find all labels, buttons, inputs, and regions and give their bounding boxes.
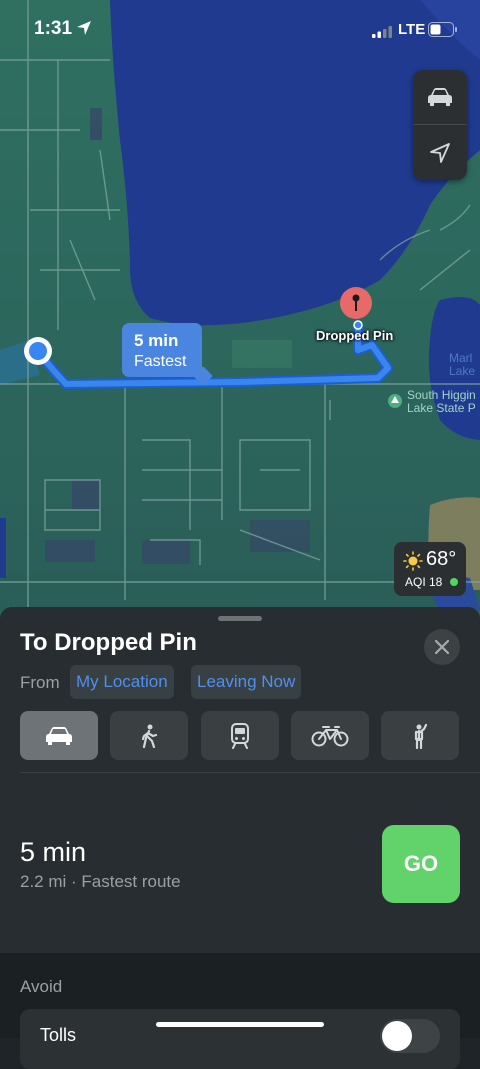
mode-drive-button[interactable] [20, 711, 98, 760]
from-location-chip[interactable]: My Location [70, 665, 174, 699]
directions-sheet: To Dropped Pin From My Location Leaving … [0, 607, 480, 1069]
car-icon [46, 726, 72, 745]
route-details[interactable]: 2.2 mi · Fastest route [20, 872, 181, 892]
status-time: 1:31 [34, 18, 73, 39]
transport-modes [20, 711, 460, 761]
park-label[interactable]: South Higgin Lake State P [407, 389, 476, 415]
track-location-button[interactable] [413, 125, 467, 180]
location-arrow-icon [77, 21, 91, 35]
train-icon [231, 722, 249, 749]
battery-icon [428, 22, 457, 37]
walking-icon [141, 724, 158, 748]
transport-mode-button[interactable] [413, 70, 467, 125]
map-controls [413, 70, 467, 180]
lake-label: Marl Lake [449, 351, 476, 378]
route-callout[interactable]: 5 min Fastest [122, 323, 213, 386]
from-label: From [20, 673, 60, 692]
route-callout-time: 5 min [134, 331, 179, 350]
weather-aqi: AQI 18 [405, 575, 443, 589]
location-arrow-icon [430, 142, 450, 163]
route-callout-label: Fastest [134, 353, 187, 370]
sheet-grabber[interactable] [218, 616, 262, 621]
go-button[interactable]: GO [382, 825, 460, 903]
close-button[interactable] [424, 629, 460, 665]
sun-icon [403, 551, 423, 571]
map-canvas [0, 0, 480, 620]
bicycle-icon [311, 725, 349, 746]
tolls-toggle[interactable] [380, 1019, 440, 1053]
sheet-title: To Dropped Pin [20, 629, 197, 656]
avoid-title: Avoid [20, 977, 63, 996]
car-icon [428, 88, 452, 106]
mode-cycle-button[interactable] [291, 711, 369, 760]
status-bar: 1:31 LTE [0, 0, 480, 60]
departure-time-chip[interactable]: Leaving Now [191, 665, 302, 699]
tolls-label: Tolls [40, 1025, 77, 1045]
mode-walk-button[interactable] [110, 711, 188, 760]
home-indicator[interactable] [156, 1022, 324, 1027]
map-view[interactable] [0, 0, 480, 620]
hail-icon [414, 723, 428, 749]
destination-label[interactable]: Dropped Pin [316, 328, 393, 343]
mode-rideshare-button[interactable] [381, 711, 459, 760]
route-time[interactable]: 5 min [20, 837, 86, 868]
weather-temp: 68° [426, 548, 457, 570]
close-icon [435, 640, 449, 654]
weather-widget[interactable]: 68° AQI 18 [394, 542, 466, 596]
signal-icon [372, 26, 392, 38]
avoid-options-card: Tolls [20, 1009, 460, 1069]
network-type: LTE [398, 21, 426, 38]
divider [20, 772, 480, 773]
mode-transit-button[interactable] [201, 711, 279, 760]
park-icon [388, 394, 402, 408]
aqi-status-dot [450, 578, 458, 586]
